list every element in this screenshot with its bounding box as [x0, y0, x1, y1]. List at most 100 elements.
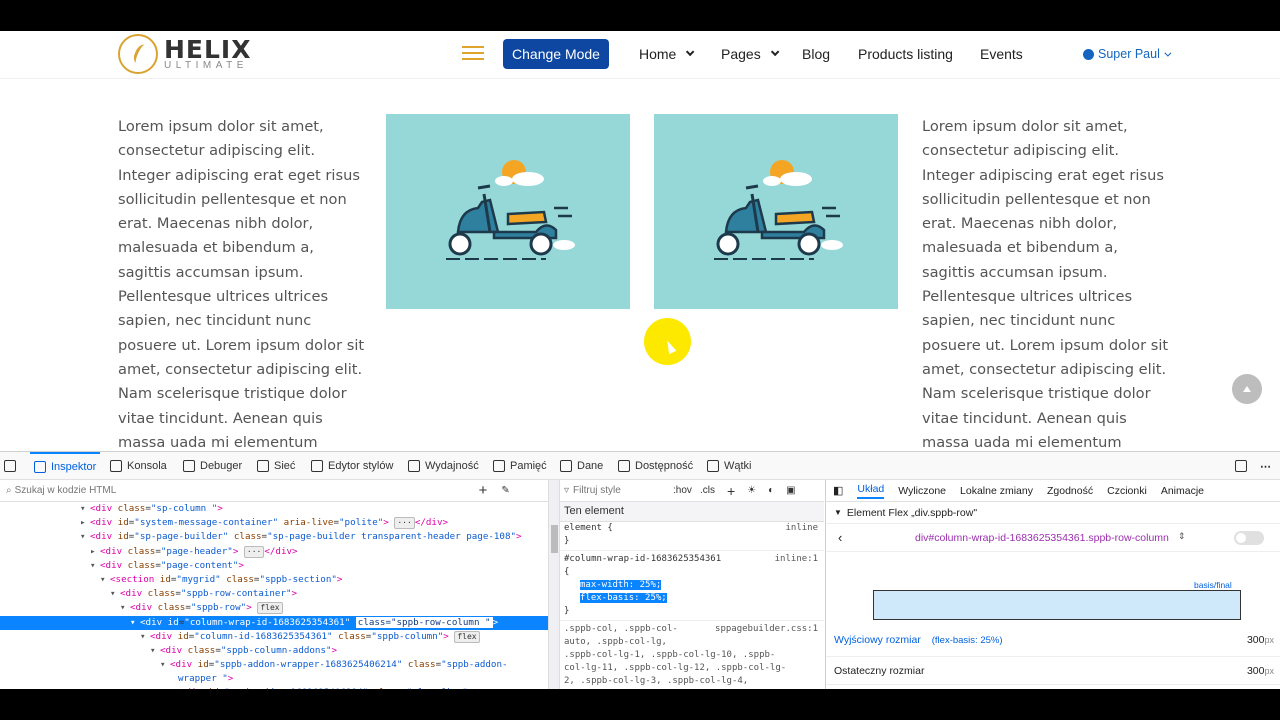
nav-blog[interactable]: Blog: [802, 46, 830, 62]
node-attr-value: "mygrid": [176, 573, 221, 585]
cls-button[interactable]: .cls: [700, 485, 715, 496]
id-rule[interactable]: #column-wrap-id-1683625354361 inline:1: [560, 550, 824, 566]
user-menu[interactable]: Super Paul: [1083, 47, 1172, 61]
node-tag: <div: [100, 545, 123, 557]
node-tag-end: >: [383, 517, 389, 529]
tab-threads[interactable]: Wątki: [707, 452, 752, 480]
tab-animations[interactable]: Animacje: [1161, 485, 1204, 497]
html-search-input[interactable]: [14, 485, 475, 496]
tree-node[interactable]: ▾ <div id="sp-page-builder" class="sp-pag…: [0, 530, 548, 544]
tree-node[interactable]: ▾ <div class="page-content">: [0, 559, 548, 573]
tree-node[interactable]: ▾ <div class="sp-column ">: [0, 502, 548, 516]
node-tag: <div: [120, 588, 143, 600]
flex-item-selector-text[interactable]: div#column-wrap-id-1683625354361.sppb-ro…: [915, 532, 1169, 544]
tree-node[interactable]: ▾ <div id="sppb-addon-wrapper-16836254062…: [0, 658, 548, 672]
nav-products-listing[interactable]: Products listing: [858, 46, 953, 62]
flex-highlight-toggle[interactable]: [1234, 531, 1264, 545]
element-rule[interactable]: element {inline: [560, 522, 824, 535]
performance-icon: [408, 460, 420, 472]
hamburger-menu-icon[interactable]: [462, 46, 484, 61]
dark-mode-icon[interactable]: ◐: [768, 485, 774, 496]
tab-compatibility[interactable]: Zgodność: [1047, 485, 1093, 497]
id-rule-source[interactable]: inline:1: [775, 553, 818, 566]
tab-fonts[interactable]: Czcionki: [1107, 485, 1147, 497]
tab-inspector[interactable]: Inspektor: [30, 452, 101, 480]
flex-item-selector[interactable]: ‹ div#column-wrap-id-1683625354361.sppb-…: [826, 524, 1280, 552]
node-attr-name: id: [162, 616, 179, 628]
light-mode-icon[interactable]: ☀: [747, 485, 756, 496]
tree-node[interactable]: ▸ <div class="page-header"> ··· </div>: [0, 545, 548, 559]
tab-layout[interactable]: Układ: [857, 483, 885, 499]
tab-performance[interactable]: Wydajność: [408, 452, 479, 480]
expand-toggle-icon: ▸: [80, 517, 86, 529]
tree-node[interactable]: ▾ <section id="mygrid" class="sppb-sectio…: [0, 573, 548, 587]
flex-element-heading[interactable]: ▼ Element Flex „div.sppb-row": [826, 502, 1280, 524]
right-text-column: Lorem ipsum dolor sit amet, consectetur …: [922, 118, 1169, 451]
node-tag: <section: [110, 573, 155, 585]
css-declaration[interactable]: flex-basis: 25%;: [560, 592, 824, 605]
logo-main-text: HELIX: [164, 35, 252, 64]
element-rule-brace: {: [607, 523, 613, 533]
tab-network[interactable]: Sieć: [257, 452, 295, 480]
nav-events[interactable]: Events: [980, 46, 1023, 62]
change-mode-button[interactable]: Change Mode: [503, 39, 609, 69]
tab-memory[interactable]: Pamięć: [493, 452, 547, 480]
dock-options-icon[interactable]: [1235, 452, 1252, 480]
initial-size-row: Wyjściowy rozmiar (flex-basis: 25%) 300px: [834, 634, 1274, 646]
rule-source-link[interactable]: sppagebuilder.css:1: [715, 623, 818, 636]
tab-label: Konsola: [127, 460, 167, 472]
add-rule-icon[interactable]: +: [727, 483, 735, 499]
css-declaration[interactable]: max-width: 25%;: [560, 579, 824, 592]
user-icon: [1083, 48, 1094, 60]
nav-blog-label: Blog: [802, 46, 831, 62]
inspector-icon: [34, 461, 46, 473]
back-chevron-icon[interactable]: ‹: [838, 530, 842, 545]
dropdown-icon[interactable]: ⇕: [1178, 531, 1186, 542]
node-tag: <div: [150, 630, 173, 642]
element-picker-icon[interactable]: [4, 452, 16, 480]
expand-toggle-icon: ▾: [150, 644, 156, 656]
helix-logo[interactable]: HELIX ULTIMATE: [118, 34, 252, 74]
video-letterbox-bottom: [0, 689, 1280, 720]
eyedropper-icon[interactable]: ✎: [501, 485, 509, 496]
tab-style-editor[interactable]: Edytor stylów: [311, 452, 393, 480]
html-tree[interactable]: ▾ <div class="sp-column "> ▸ <div id="syste…: [0, 502, 548, 689]
tree-node[interactable]: wrapper ">: [0, 672, 548, 686]
tab-storage[interactable]: Dane: [560, 452, 603, 480]
tree-node[interactable]: ▸ <div id="system-message-container" aria…: [0, 516, 548, 530]
print-media-icon[interactable]: ▣: [786, 485, 795, 496]
tab-console[interactable]: Konsola: [110, 452, 167, 480]
more-options-icon[interactable]: ⋯: [1260, 452, 1271, 480]
node-attr-value: "sppb-column-addons": [220, 644, 332, 656]
node-attr-name: class: [112, 503, 146, 514]
inspector-search-bar: ⌕ + ✎: [0, 480, 548, 502]
layout-pane: ◧ Układ Wyliczone Lokalne zmiany Zgodnoś…: [825, 480, 1280, 689]
panel-splitter[interactable]: [548, 480, 560, 689]
style-editor-icon: [311, 460, 323, 472]
tab-debugger[interactable]: Debuger: [183, 452, 242, 480]
nav-home[interactable]: Home: [639, 46, 695, 62]
hov-button[interactable]: :hov: [673, 485, 692, 496]
node-tag: <div: [160, 644, 183, 656]
scroll-to-top-button[interactable]: [1232, 374, 1262, 404]
nav-pages[interactable]: Pages: [721, 46, 780, 62]
sidebar-toggle-icon[interactable]: ◧: [833, 484, 843, 497]
collapse-icon: ▼: [834, 508, 842, 517]
node-attr-name: id: [192, 659, 209, 671]
site-header: HELIX ULTIMATE Change Mode Home Pages Bl…: [0, 31, 1280, 79]
tree-node[interactable]: ▾ <div class="sppb-row-container">: [0, 587, 548, 601]
add-node-icon[interactable]: +: [479, 482, 488, 499]
tab-accessibility[interactable]: Dostępność: [618, 452, 693, 480]
tree-node[interactable]: ▾ <div class="sppb-column-addons">: [0, 644, 548, 658]
tab-computed[interactable]: Wyliczone: [898, 485, 946, 497]
sppb-col-rule[interactable]: .sppb-col, .sppb-col-sppagebuilder.css:1: [560, 620, 824, 636]
node-attr-name: id: [112, 517, 129, 529]
tab-changes[interactable]: Lokalne zmiany: [960, 485, 1033, 497]
tab-label: Pamięć: [510, 460, 547, 472]
node-attr-value: "sp-column ": [150, 503, 218, 514]
tree-node-selected[interactable]: ▾ <div id="column-wrap-id-1683625354361" …: [0, 615, 548, 630]
tree-node[interactable]: ▾ <div class="sppb-row"> flex: [0, 601, 548, 615]
tree-node[interactable]: ▾ <div id="column-id-1683625354361" class…: [0, 630, 548, 644]
node-attr-value: "sppb-column": [371, 630, 444, 642]
style-filter-input[interactable]: [573, 485, 674, 496]
